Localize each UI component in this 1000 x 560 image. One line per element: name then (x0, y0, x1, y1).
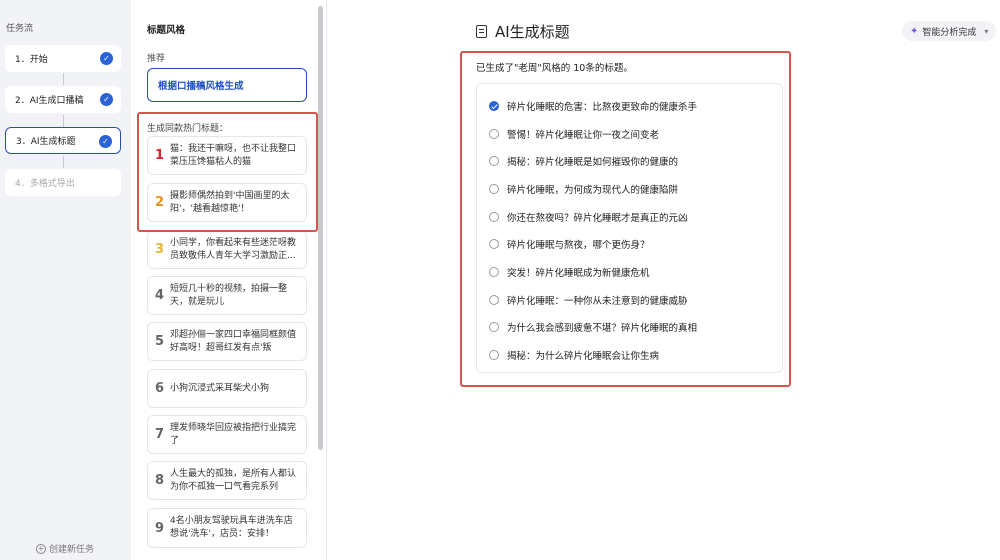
rank-number: 9 (155, 520, 165, 536)
hot-title-text: 短短几十秒的视频，拍摄一整天，就是玩儿 (170, 283, 288, 307)
panel-divider (326, 0, 327, 560)
step-label: 4．多格式导出 (15, 179, 75, 189)
title-option[interactable]: 碎片化睡眠：一种你从未注意到的健康威胁 (489, 293, 688, 307)
radio-icon[interactable] (489, 184, 499, 194)
radio-icon[interactable] (489, 239, 499, 249)
title-style-panel: 标题风格 推荐 根据口播稿风格生成 生成同款热门标题： 1 猫：我还干嘛呀，也不… (131, 0, 317, 560)
title-option[interactable]: 为什么我会感到疲惫不堪？碎片化睡眠的真相 (489, 320, 697, 334)
rank-number: 3 (155, 242, 165, 257)
page-title-text: AI生成标题 (495, 23, 570, 41)
hot-title-text: 人生最大的孤独，是所有人都认为你不孤独一口气看完系列 (170, 468, 297, 492)
title-option[interactable]: 突发！碎片化睡眠成为新健康危机 (489, 265, 650, 279)
title-option-text: 揭秘：碎片化睡眠是如何摧毁你的健康的 (507, 157, 679, 168)
step-connector (63, 73, 64, 85)
step-label: 3．AI生成标题 (16, 137, 76, 147)
title-option-text: 揭秘：为什么碎片化睡眠会让你生病 (507, 351, 660, 362)
title-option-text: 警惕！碎片化睡眠让你一夜之间变老 (507, 130, 660, 141)
rank-number: 8 (155, 473, 165, 488)
title-option[interactable]: 揭秘：为什么碎片化睡眠会让你生病 (489, 348, 659, 362)
title-options-card: 碎片化睡眠的危害：比熬夜更致命的健康杀手 警惕！碎片化睡眠让你一夜之间变老 揭秘… (476, 83, 783, 373)
hot-title-item[interactable]: 8 人生最大的孤独，是所有人都认为你不孤独一口气看完系列 (147, 461, 307, 500)
step-label: 1．开始 (15, 55, 48, 65)
step-ai-script[interactable]: 2．AI生成口播稿 ✓ (5, 86, 121, 113)
generation-summary: 已生成了"老周"风格的 10条的标题。 (476, 63, 633, 74)
step-label: 2．AI生成口播稿 (15, 96, 84, 106)
rank-number: 5 (155, 334, 165, 349)
check-icon: ✓ (100, 93, 113, 106)
title-option[interactable]: 警惕！碎片化睡眠让你一夜之间变老 (489, 127, 659, 141)
radio-icon[interactable] (489, 350, 499, 360)
style-panel-title: 标题风格 (147, 25, 186, 36)
document-icon (476, 25, 487, 38)
hot-title-text: 小狗沉浸式采耳柴犬小狗 (170, 383, 270, 393)
step-ai-title[interactable]: 3．AI生成标题 ✓ (5, 127, 121, 154)
hot-title-item[interactable]: 4 短短几十秒的视频，拍摄一整天，就是玩儿 (147, 276, 307, 315)
hot-title-text: 理发师晓华回应被指把行业搞完了 (170, 422, 297, 446)
plus-circle-icon: + (36, 543, 46, 554)
title-option-text: 你还在熬夜吗？碎片化睡眠才是真正的元凶 (507, 213, 688, 224)
task-flow-sidebar: 任务流 1．开始 ✓ 2．AI生成口播稿 ✓ 3．AI生成标题 ✓ 4．多格式导… (0, 0, 131, 560)
title-option-text: 碎片化睡眠的危害：比熬夜更致命的健康杀手 (507, 102, 698, 113)
rank-number: 2 (155, 195, 165, 210)
new-task-label: 创建新任务 (49, 545, 95, 555)
task-flow-title: 任务流 (6, 24, 34, 34)
radio-icon[interactable] (489, 295, 499, 305)
hot-title-item[interactable]: 6 小狗沉浸式采耳柴犬小狗 (147, 369, 307, 408)
rank-number: 4 (155, 288, 165, 303)
title-option-text: 为什么我会感到疲惫不堪？碎片化睡眠的真相 (507, 323, 698, 334)
hot-title-item[interactable]: 2 摄影师偶然拍到'中国画里的太阳'，'越看越惊艳'！ (147, 183, 307, 222)
step-export[interactable]: 4．多格式导出 (5, 169, 121, 196)
radio-icon[interactable] (489, 212, 499, 222)
generate-by-script-button[interactable]: 根据口播稿风格生成 (147, 68, 307, 102)
title-option[interactable]: 碎片化睡眠，为何成为现代人的健康陷阱 (489, 182, 678, 196)
title-option-text: 突发！碎片化睡眠成为新健康危机 (507, 268, 650, 279)
title-option-text: 碎片化睡眠，为何成为现代人的健康陷阱 (507, 185, 679, 196)
hot-title-item[interactable]: 3 小同学，你看起来有些迷茫呀教员致敬伟人青年大学习激励正... (147, 230, 307, 269)
rank-number: 7 (155, 427, 165, 442)
analysis-status-badge[interactable]: ✦ 智能分析完成 ▾ (902, 21, 996, 41)
title-option[interactable]: 你还在熬夜吗？碎片化睡眠才是真正的元凶 (489, 210, 688, 224)
title-option[interactable]: 揭秘：碎片化睡眠是如何摧毁你的健康的 (489, 154, 678, 168)
hot-title-text: 摄影师偶然拍到'中国画里的太阳'，'越看越惊艳'！ (170, 190, 290, 214)
check-icon: ✓ (99, 135, 112, 148)
title-option[interactable]: 碎片化睡眠与熬夜，哪个更伤身？ (489, 237, 650, 251)
page-title: AI生成标题 (476, 21, 570, 42)
hot-titles-label: 生成同款热门标题： (147, 124, 229, 134)
new-task-button[interactable]: + 创建新任务 (36, 542, 94, 555)
radio-icon[interactable] (489, 267, 499, 277)
step-connector (63, 156, 64, 168)
radio-icon[interactable] (489, 129, 499, 139)
status-text: 智能分析完成 (922, 27, 977, 38)
hot-title-text: 猫：我还干嘛呀，也不让我整口菜压压馋猫粘人的猫 (170, 143, 297, 167)
rank-number: 6 (155, 381, 165, 396)
chevron-down-icon: ▾ (984, 26, 989, 36)
hot-title-text: 4名小朋友驾驶玩具车进洗车店想说'洗车'，店员：安排！ (170, 516, 293, 539)
title-option-text: 碎片化睡眠与熬夜，哪个更伤身？ (507, 240, 650, 251)
radio-icon[interactable] (489, 156, 499, 166)
recommend-label: 推荐 (147, 54, 166, 64)
hot-title-item[interactable]: 9 4名小朋友驾驶玩具车进洗车店想说'洗车'，店员：安排！ (147, 508, 307, 548)
hot-title-item[interactable]: 5 邓超孙俪一家四口幸福同框颜值好高呀！超哥红发有点'叛逆'电... (147, 322, 307, 361)
step-start[interactable]: 1．开始 ✓ (5, 45, 121, 72)
radio-icon[interactable] (489, 322, 499, 332)
step-connector (63, 115, 64, 127)
radio-checked-icon[interactable] (489, 101, 499, 111)
title-option-text: 碎片化睡眠：一种你从未注意到的健康威胁 (507, 296, 688, 307)
check-icon: ✓ (100, 52, 113, 65)
style-panel-scrollbar[interactable] (318, 6, 323, 450)
title-option[interactable]: 碎片化睡眠的危害：比熬夜更致命的健康杀手 (489, 99, 697, 113)
hot-title-item[interactable]: 1 猫：我还干嘛呀，也不让我整口菜压压馋猫粘人的猫 (147, 136, 307, 175)
hot-title-item[interactable]: 7 理发师晓华回应被指把行业搞完了 (147, 415, 307, 454)
hot-title-text: 小同学，你看起来有些迷茫呀教员致敬伟人青年大学习激励正... (170, 237, 297, 261)
sparkle-icon: ✦ (910, 25, 919, 37)
hot-title-text: 邓超孙俪一家四口幸福同框颜值好高呀！超哥红发有点'叛逆'电... (170, 329, 297, 353)
rank-number: 1 (155, 148, 165, 163)
